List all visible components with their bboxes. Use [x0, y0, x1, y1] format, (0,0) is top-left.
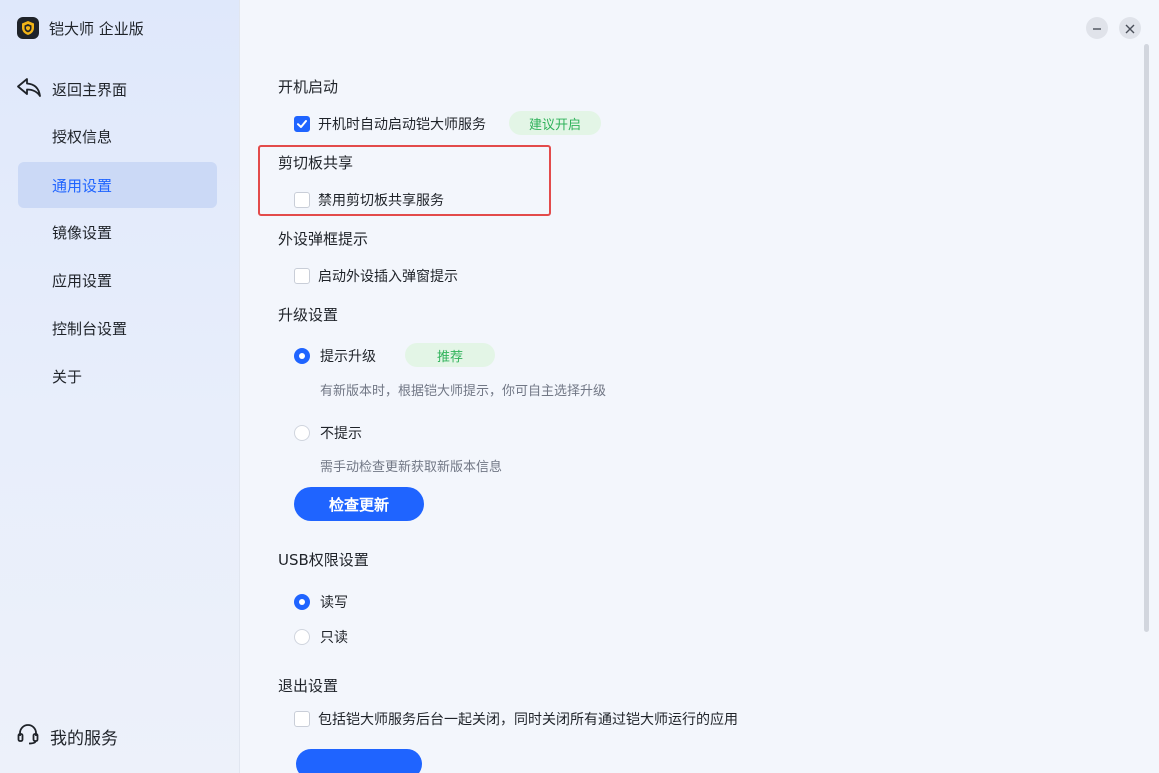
settings-content: 开机启动 开机时自动启动铠大师服务 建议开启 剪切板共享 禁用剪切板共享服务 外… — [241, 0, 1159, 773]
usb-read-only-label: 只读 — [320, 630, 348, 646]
startup-title: 开机启动 — [278, 78, 339, 96]
shield-logo-icon — [17, 17, 39, 39]
no-prompt-label: 不提示 — [320, 426, 362, 442]
sidebar: 铠大师 企业版 返回主界面 授权信息 通用设置 镜像设置 应用设置 控制台设置 … — [0, 0, 240, 773]
usb-read-write-label: 读写 — [320, 595, 348, 611]
sidebar-item-image[interactable]: 镜像设置 — [18, 209, 217, 255]
sidebar-item-general[interactable]: 通用设置 — [18, 162, 217, 208]
no-prompt-option[interactable]: 不提示 — [294, 423, 362, 443]
disable-clipboard-checkbox[interactable] — [294, 192, 310, 208]
peripheral-title: 外设弹框提示 — [278, 230, 369, 248]
close-button[interactable] — [1119, 17, 1141, 39]
recommend-badge: 建议开启 — [509, 111, 601, 135]
sidebar-item-console[interactable]: 控制台设置 — [18, 305, 217, 351]
scrollbar[interactable] — [1144, 44, 1149, 632]
sidebar-item-apps[interactable]: 应用设置 — [18, 257, 217, 303]
minimize-button[interactable] — [1086, 17, 1108, 39]
my-service-label: 我的服务 — [50, 728, 118, 749]
upgrade-title: 升级设置 — [278, 306, 339, 324]
sidebar-item-about[interactable]: 关于 — [18, 353, 217, 399]
back-arrow-icon — [16, 76, 42, 102]
auto-start-checkbox[interactable] — [294, 116, 310, 132]
exit-close-all-checkbox[interactable] — [294, 711, 310, 727]
disable-clipboard-label: 禁用剪切板共享服务 — [318, 193, 444, 209]
usb-title: USB权限设置 — [278, 551, 369, 569]
exit-close-all-label: 包括铠大师服务后台一起关闭，同时关闭所有通过铠大师运行的应用 — [318, 712, 738, 728]
clipboard-title: 剪切板共享 — [278, 154, 354, 172]
settings-window: 铠大师 企业版 返回主界面 授权信息 通用设置 镜像设置 应用设置 控制台设置 … — [0, 0, 1159, 773]
check-icon — [297, 120, 307, 128]
no-prompt-desc: 需手动检查更新获取新版本信息 — [320, 460, 503, 475]
peripheral-popup-checkbox[interactable] — [294, 268, 310, 284]
brand: 铠大师 企业版 — [17, 16, 144, 40]
usb-read-write-option[interactable]: 读写 — [294, 592, 348, 612]
no-prompt-radio[interactable] — [294, 425, 310, 441]
peripheral-popup-option[interactable]: 启动外设插入弹窗提示 — [294, 266, 458, 286]
sidebar-item-license[interactable]: 授权信息 — [18, 113, 217, 159]
prompt-upgrade-label: 提示升级 — [320, 349, 376, 365]
app-title: 铠大师 企业版 — [49, 19, 144, 38]
prompt-upgrade-desc: 有新版本时，根据铠大师提示，你可自主选择升级 — [320, 384, 607, 399]
my-service-button[interactable]: 我的服务 — [16, 722, 118, 750]
peripheral-popup-label: 启动外设插入弹窗提示 — [318, 269, 458, 285]
auto-start-option[interactable]: 开机时自动启动铠大师服务 — [294, 114, 486, 134]
disable-clipboard-option[interactable]: 禁用剪切板共享服务 — [294, 190, 444, 210]
back-label: 返回主界面 — [52, 80, 128, 99]
auto-start-label: 开机时自动启动铠大师服务 — [318, 117, 486, 133]
close-icon — [1125, 19, 1135, 38]
partially-visible-button[interactable] — [296, 749, 422, 773]
prompt-upgrade-option[interactable]: 提示升级 — [294, 346, 376, 366]
back-to-main-button[interactable]: 返回主界面 — [16, 74, 127, 104]
usb-read-only-radio[interactable] — [294, 629, 310, 645]
check-update-button[interactable]: 检查更新 — [294, 487, 424, 521]
minus-icon — [1092, 19, 1102, 38]
usb-read-write-radio[interactable] — [294, 594, 310, 610]
recommended-badge: 推荐 — [405, 343, 495, 367]
prompt-upgrade-radio[interactable] — [294, 348, 310, 364]
exit-title: 退出设置 — [278, 677, 339, 695]
headset-icon — [16, 722, 40, 750]
exit-close-all-option[interactable]: 包括铠大师服务后台一起关闭，同时关闭所有通过铠大师运行的应用 — [294, 709, 738, 729]
usb-read-only-option[interactable]: 只读 — [294, 627, 348, 647]
